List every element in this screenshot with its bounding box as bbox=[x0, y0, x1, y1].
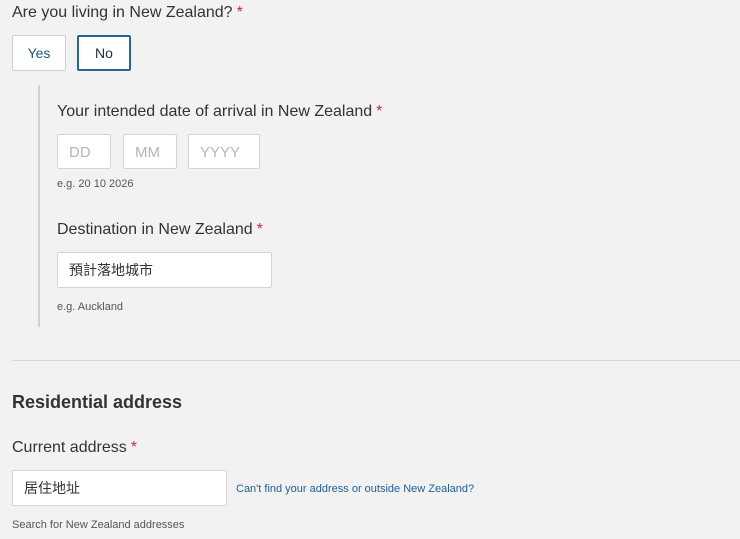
destination-label: Destination in New Zealand * bbox=[57, 221, 263, 238]
yes-button[interactable]: Yes bbox=[12, 35, 66, 71]
required-mark: * bbox=[130, 439, 137, 456]
residential-address-heading: Residential address bbox=[12, 392, 183, 412]
arrival-date-label: Your intended date of arrival in New Zea… bbox=[57, 103, 383, 120]
conditional-group-border bbox=[38, 85, 40, 327]
no-button[interactable]: No bbox=[77, 35, 131, 71]
arrival-year-input[interactable] bbox=[188, 134, 260, 169]
living-question-label: Are you living in New Zealand? * bbox=[12, 4, 243, 21]
arrival-month-input[interactable] bbox=[123, 134, 177, 169]
current-address-input[interactable] bbox=[12, 470, 227, 506]
destination-hint: e.g. Auckland bbox=[57, 301, 124, 313]
current-address-label: Current address * bbox=[12, 439, 137, 456]
required-mark: * bbox=[376, 103, 383, 120]
arrival-day-input[interactable] bbox=[57, 134, 111, 169]
required-mark: * bbox=[256, 221, 263, 238]
current-address-hint: Search for New Zealand addresses bbox=[12, 519, 185, 531]
arrival-date-hint: e.g. 20 10 2026 bbox=[57, 178, 134, 190]
cant-find-address-link[interactable]: Can't find your address or outside New Z… bbox=[236, 483, 474, 495]
required-mark: * bbox=[236, 4, 243, 21]
section-divider bbox=[12, 360, 740, 361]
destination-input[interactable] bbox=[57, 252, 272, 288]
